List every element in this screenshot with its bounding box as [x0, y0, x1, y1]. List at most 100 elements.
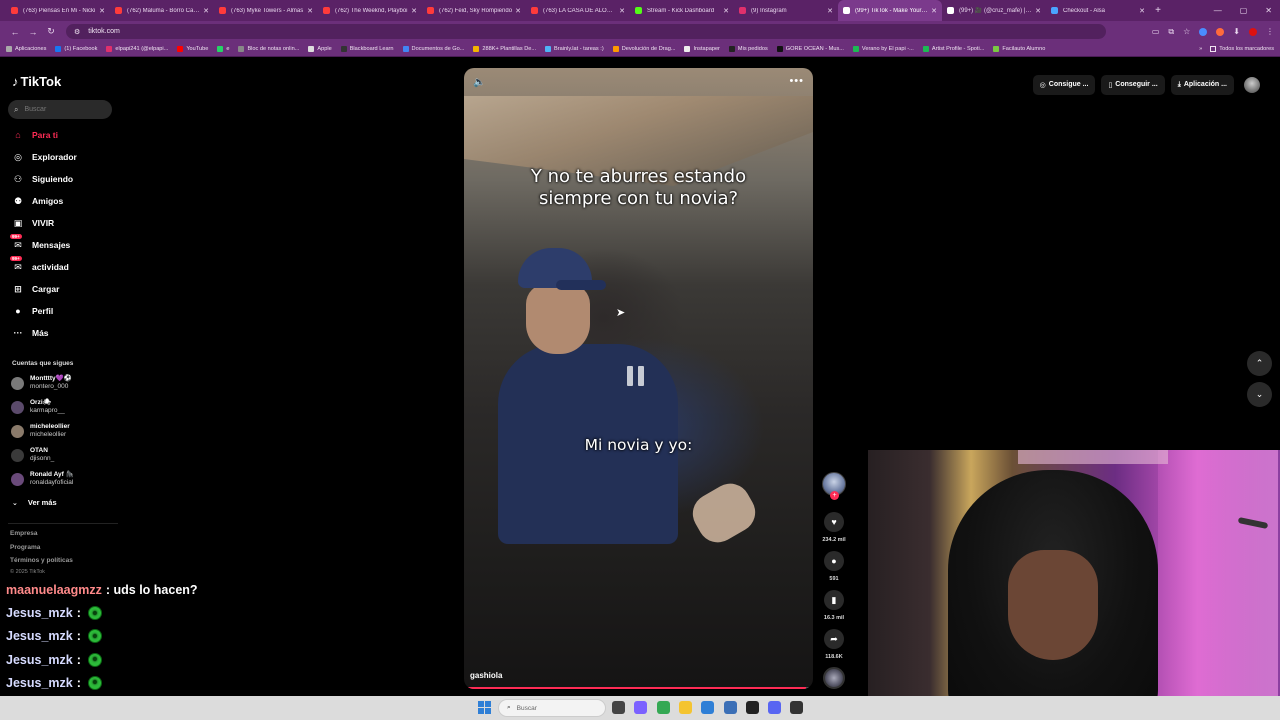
share-button[interactable]: ➦ 118.6K — [822, 629, 846, 660]
sidebar-item-activity[interactable]: ✉ 99+ actividad — [10, 255, 69, 274]
bookmark-item[interactable]: Artist Profile - Spoti... — [922, 46, 984, 52]
bookmark-item[interactable]: Verano by El papi -... — [852, 46, 914, 52]
taskbar-search-input[interactable]: ⌕ Buscar — [498, 699, 606, 717]
bookmark-item[interactable]: Aplicaciones — [6, 46, 46, 52]
profile-avatar[interactable] — [1244, 76, 1260, 93]
bookmark-star-icon[interactable]: ☆ — [1183, 27, 1190, 36]
tab-close-icon[interactable]: ✕ — [203, 7, 209, 15]
store-icon[interactable] — [701, 701, 715, 714]
follow-plus-icon[interactable]: + — [830, 491, 839, 500]
file-explorer-icon[interactable] — [678, 701, 692, 714]
browser-tab[interactable]: (763) Myke Towers - Almas ✕ — [214, 0, 318, 21]
header-button[interactable]: ◎ Consigue ... — [1032, 74, 1096, 95]
browser-tab[interactable]: (763) Piensas En Mi - Nicki ✕ — [6, 0, 110, 21]
following-account[interactable]: Ronald Ayf 🦍 ronaldayfoficial — [11, 471, 74, 487]
url-field[interactable]: ⚙ tiktok.com — [66, 24, 1106, 39]
bookmark-item[interactable]: Mis pedidos — [728, 46, 768, 52]
save-button[interactable]: ▮ 16.3 mil — [822, 590, 846, 621]
comment-button[interactable]: ● 591 — [822, 551, 846, 582]
copilot-icon[interactable] — [634, 701, 648, 714]
browser-tab[interactable]: Stream - Kick Dashboard ✕ — [630, 0, 734, 21]
tab-close-icon[interactable]: ✕ — [931, 7, 937, 15]
all-bookmarks-button[interactable]: Todos los marcadores — [1210, 46, 1274, 52]
obs-icon[interactable] — [790, 701, 804, 714]
footer-link[interactable]: Empresa — [10, 530, 37, 537]
following-account[interactable]: OTAN djisonn_ — [11, 447, 54, 463]
reload-icon[interactable]: ↻ — [42, 26, 60, 37]
bookmark-item[interactable]: Documentos de Go... — [402, 46, 464, 52]
video-player[interactable]: Y no te aburres estando siempre con tu n… — [464, 68, 813, 689]
bookmark-item[interactable]: Blackboard Learn — [340, 46, 394, 52]
browser-tab[interactable]: (762) Feid, Sky Rompiendo ✕ — [422, 0, 526, 21]
close-window-button[interactable]: ✕ — [1265, 6, 1272, 15]
bookmark-item[interactable]: Brainly.lat - tareas :) — [545, 46, 604, 52]
discord-icon[interactable] — [768, 701, 782, 714]
music-disc-icon[interactable] — [823, 667, 845, 689]
tab-close-icon[interactable]: ✕ — [619, 7, 625, 15]
following-account[interactable]: Orzi🕷 karmapro__ — [11, 399, 65, 415]
tab-close-icon[interactable]: ✕ — [515, 7, 521, 15]
footer-link[interactable]: Programa — [10, 544, 40, 551]
minimize-button[interactable]: — — [1214, 6, 1222, 15]
sidebar-item-following[interactable]: ⚇ Siguiendo — [12, 172, 73, 186]
extension-icon[interactable] — [1199, 27, 1208, 36]
browser-tab[interactable]: (9) Instagram ✕ — [734, 0, 838, 21]
pause-icon[interactable] — [627, 366, 649, 388]
browser-tab[interactable]: (99+) 🎥 (@cruz_mafe) | TikTok✕ — [942, 0, 1046, 21]
next-video-button[interactable]: ⌄ — [1247, 382, 1272, 407]
sidebar-item-live[interactable]: ▣ VIVIR — [12, 216, 54, 230]
forward-icon[interactable]: → — [24, 27, 42, 37]
new-tab-button[interactable]: + — [1150, 5, 1166, 16]
volume-icon[interactable]: 🔈 — [473, 77, 485, 88]
bookmark-item[interactable]: (1) Facebook — [55, 46, 97, 52]
tab-close-icon[interactable]: ✕ — [827, 7, 833, 15]
sidebar-item-upload[interactable]: ⊞ Cargar — [12, 282, 59, 296]
see-more-button[interactable]: ⌄ Ver más — [12, 498, 57, 507]
bookmark-item[interactable]: GORE OCEAN - Mus... — [776, 46, 844, 52]
browser-tab[interactable]: (763) LA CASA DE ALOFOKE ✕ — [526, 0, 630, 21]
bookmark-item[interactable]: Facilauto Alumno — [993, 46, 1045, 52]
tiktok-logo[interactable]: ♪ TikTok — [12, 74, 61, 89]
bookmark-item[interactable]: e — [217, 46, 229, 52]
browser-tab[interactable]: (762) The Weeknd, Playboi ✕ — [318, 0, 422, 21]
tab-close-icon[interactable]: ✕ — [1035, 7, 1041, 15]
tab-close-icon[interactable]: ✕ — [411, 7, 417, 15]
video-author[interactable]: gashiola — [470, 671, 502, 680]
sidebar-item-compass[interactable]: ◎ Explorador — [12, 150, 77, 164]
previous-video-button[interactable]: ⌃ — [1247, 351, 1272, 376]
sidebar-item-home[interactable]: ⌂ Para ti — [12, 128, 58, 142]
video-more-button[interactable]: ••• — [789, 75, 804, 87]
following-account[interactable]: Montttty💜⚽ montero_000 — [11, 375, 72, 391]
site-info-icon[interactable]: ⚙ — [74, 28, 80, 36]
bookmark-item[interactable]: Bloc de notas onlin... — [238, 46, 299, 52]
game-icon[interactable] — [745, 701, 759, 714]
footer-link[interactable]: Términos y políticas — [10, 557, 73, 564]
bookmark-item[interactable]: YouTube — [177, 46, 208, 52]
bookmark-item[interactable]: 288K+ Plantillas De... — [473, 46, 536, 52]
bookmark-item[interactable]: Instapaper — [684, 46, 720, 52]
tab-close-icon[interactable]: ✕ — [1139, 7, 1145, 15]
following-account[interactable]: micheleollier micheleollier — [11, 423, 70, 439]
bookmark-item[interactable]: Devolución de Drag... — [612, 46, 675, 52]
tab-close-icon[interactable]: ✕ — [99, 7, 105, 15]
tab-close-icon[interactable]: ✕ — [723, 7, 729, 15]
task-view-icon[interactable] — [612, 701, 625, 714]
bookmark-item[interactable]: Apple — [308, 46, 332, 52]
translate-icon[interactable]: ⧉ — [1168, 27, 1174, 37]
sidebar-item-more[interactable]: ··· Más — [12, 326, 49, 340]
bookmarks-overflow-button[interactable]: » — [1199, 46, 1202, 52]
browser-tab[interactable]: (99+) TikTok - Make Your Day ✕ — [838, 0, 942, 21]
chrome-icon[interactable] — [656, 701, 670, 714]
bookmark-item[interactable]: elpapi241 (@elpapi... — [106, 46, 168, 52]
sidebar-item-friends[interactable]: ⚉ Amigos — [12, 194, 63, 208]
maximize-button[interactable]: ▢ — [1240, 6, 1248, 15]
header-button[interactable]: ▯ Conseguir ... — [1101, 74, 1165, 95]
back-icon[interactable]: ← — [6, 27, 24, 37]
like-button[interactable]: ♥ 234.2 mil — [822, 512, 846, 543]
browser-tab[interactable]: (762) Maluma - Borro Cassette✕ — [110, 0, 214, 21]
sidebar-item-messages[interactable]: ✉ 99+ Mensajes — [10, 233, 70, 252]
install-app-icon[interactable]: ▭ — [1152, 27, 1160, 36]
video-progress-bar[interactable] — [464, 687, 813, 689]
search-input[interactable]: ⌕ Buscar — [8, 100, 112, 119]
app-icon[interactable] — [723, 701, 737, 714]
